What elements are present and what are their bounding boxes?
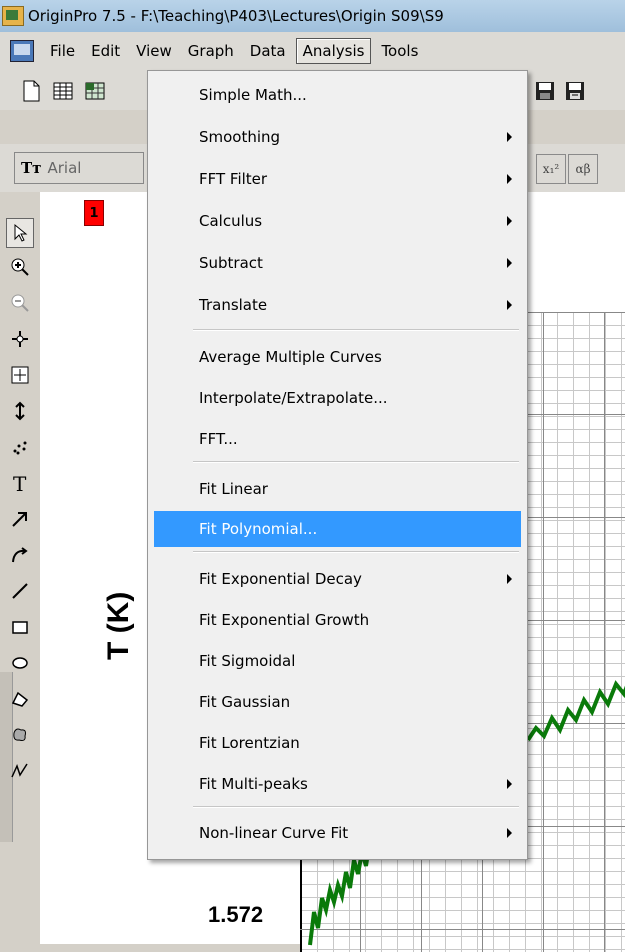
font-name: Arial <box>47 159 82 177</box>
region-tool-icon[interactable] <box>6 720 34 750</box>
y-axis-label[interactable]: T (K) <box>102 592 136 660</box>
menu-item-simple-math[interactable]: Simple Math... <box>154 77 521 113</box>
menu-separator <box>193 461 519 463</box>
submenu-arrow-icon <box>507 132 512 142</box>
text-tool-icon[interactable]: T <box>6 468 34 498</box>
curved-arrow-icon[interactable] <box>6 540 34 570</box>
rectangle-tool-icon[interactable] <box>6 612 34 642</box>
menu-edit[interactable]: Edit <box>85 39 126 63</box>
svg-text:T: T <box>13 473 27 493</box>
y-tick-label: 1.572 <box>208 902 264 927</box>
tools-toolbar: T <box>0 192 40 944</box>
superscript-subscript-button[interactable]: x₁² <box>536 154 566 184</box>
layer-number-tag[interactable]: 1 <box>84 200 104 226</box>
menu-item-fit-exponential-decay[interactable]: Fit Exponential Decay <box>154 561 521 597</box>
menu-view[interactable]: View <box>130 39 178 63</box>
menu-item-fit-gaussian[interactable]: Fit Gaussian <box>154 684 521 720</box>
submenu-arrow-icon <box>507 258 512 268</box>
menu-data[interactable]: Data <box>244 39 292 63</box>
menu-separator <box>193 806 519 808</box>
screen-reader-icon[interactable] <box>6 324 34 354</box>
menu-item-subtract[interactable]: Subtract <box>154 245 521 281</box>
polygon-tool-icon[interactable] <box>6 684 34 714</box>
submenu-arrow-icon <box>507 174 512 184</box>
submenu-arrow-icon <box>507 574 512 584</box>
line-tool-icon[interactable] <box>6 576 34 606</box>
open-worksheet-icon[interactable] <box>50 78 76 104</box>
arrow-tool-icon[interactable] <box>6 504 34 534</box>
font-selector[interactable]: Tт Arial <box>14 152 144 184</box>
submenu-arrow-icon <box>507 216 512 226</box>
title-bar: OriginPro 7.5 - F:\Teaching\P403\Lecture… <box>0 0 625 32</box>
submenu-arrow-icon <box>507 828 512 838</box>
menu-file[interactable]: File <box>44 39 81 63</box>
menu-tools[interactable]: Tools <box>375 39 424 63</box>
menu-item-translate[interactable]: Translate <box>154 287 521 323</box>
greek-button[interactable]: αβ <box>568 154 598 184</box>
data-selector-icon[interactable] <box>6 396 34 426</box>
menu-item-fft[interactable]: FFT... <box>154 421 521 457</box>
new-document-icon[interactable] <box>18 78 44 104</box>
zoom-out-icon[interactable] <box>6 288 34 318</box>
menu-item-non-linear-curve-fit[interactable]: Non-linear Curve Fit <box>154 815 521 851</box>
oval-tool-icon[interactable] <box>6 648 34 678</box>
save-as-icon[interactable] <box>562 78 588 104</box>
menu-item-fit-exponential-growth[interactable]: Fit Exponential Growth <box>154 602 521 638</box>
data-reader-icon[interactable] <box>6 360 34 390</box>
menu-item-interpolate-extrapolate[interactable]: Interpolate/Extrapolate... <box>154 380 521 416</box>
save-icon[interactable] <box>532 78 558 104</box>
menu-item-fit-multi-peaks[interactable]: Fit Multi-peaks <box>154 766 521 802</box>
zoom-in-icon[interactable] <box>6 252 34 282</box>
menu-item-fit-sigmoidal[interactable]: Fit Sigmoidal <box>154 643 521 679</box>
document-control-icon[interactable] <box>10 40 34 62</box>
freehand-tool-icon[interactable] <box>6 756 34 786</box>
menu-separator <box>193 551 519 553</box>
submenu-arrow-icon <box>507 779 512 789</box>
menu-item-fit-polynomial[interactable]: Fit Polynomial... <box>154 511 521 547</box>
window-title: OriginPro 7.5 - F:\Teaching\P403\Lecture… <box>28 7 444 25</box>
submenu-arrow-icon <box>507 300 512 310</box>
menu-item-smoothing[interactable]: Smoothing <box>154 119 521 155</box>
menu-separator <box>193 329 519 331</box>
menu-graph[interactable]: Graph <box>182 39 240 63</box>
menu-item-average-multiple-curves[interactable]: Average Multiple Curves <box>154 339 521 375</box>
menu-analysis[interactable]: Analysis <box>295 38 372 64</box>
open-excel-icon[interactable] <box>82 78 108 104</box>
truetype-font-icon: Tт <box>21 159 42 177</box>
analysis-menu-dropdown: Simple Math... Smoothing FFT Filter Calc… <box>147 70 528 860</box>
menu-bar: File Edit View Graph Data Analysis Tools <box>0 32 625 70</box>
draw-data-icon[interactable] <box>6 432 34 462</box>
menu-item-fit-lorentzian[interactable]: Fit Lorentzian <box>154 725 521 761</box>
menu-item-fit-linear[interactable]: Fit Linear <box>154 471 521 507</box>
menu-item-fft-filter[interactable]: FFT Filter <box>154 161 521 197</box>
origin-app-icon[interactable] <box>2 6 24 26</box>
menu-item-calculus[interactable]: Calculus <box>154 203 521 239</box>
pointer-icon[interactable] <box>6 218 34 248</box>
